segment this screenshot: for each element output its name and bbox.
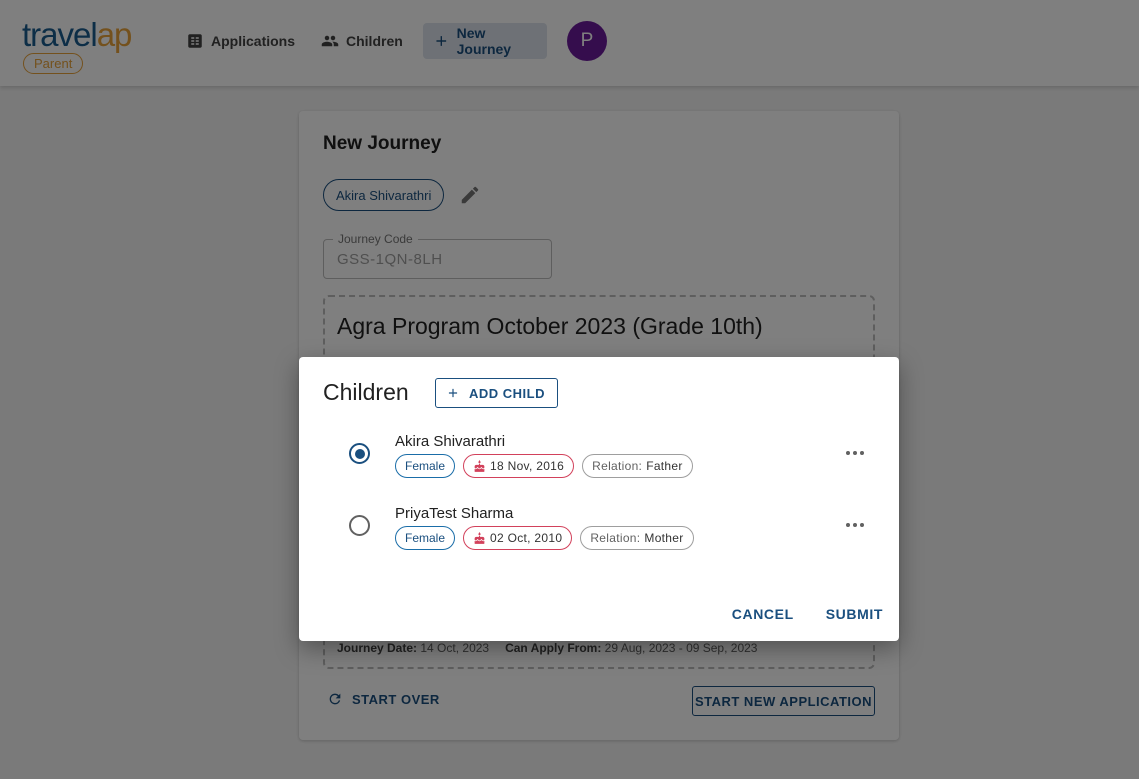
add-child-label: ADD CHILD [469,385,545,401]
children-dialog: Children ADD CHILD Akira Shivarathri Fem… [299,357,899,641]
relation-label: Relation: [592,459,643,473]
dob-chip: 02 Oct, 2010 [463,526,573,550]
relation-value: Mother [644,531,684,545]
child-radio-unselected[interactable] [349,515,370,536]
dob-chip: 18 Nov, 2016 [463,454,575,478]
cake-icon [474,459,485,472]
cancel-button[interactable]: CANCEL [732,606,794,622]
submit-button[interactable]: SUBMIT [826,606,883,622]
relation-chip: Relation: Father [582,454,693,478]
child-name: Akira Shivarathri [395,433,506,450]
more-horiz-icon[interactable] [843,515,867,535]
child-name: PriyaTest Sharma [395,505,514,522]
gender-chip: Female [395,526,456,550]
dob-value: 18 Nov, 2016 [490,459,565,473]
plus-icon [448,388,458,398]
dob-value: 02 Oct, 2010 [490,531,563,545]
relation-value: Father [646,459,683,473]
child-radio-selected[interactable] [349,443,370,464]
dialog-title: Children [323,379,409,405]
cake-icon [474,531,485,544]
gender-chip: Female [395,454,456,478]
more-horiz-icon[interactable] [843,443,867,463]
relation-chip: Relation: Mother [580,526,694,550]
child-list-item[interactable]: PriyaTest Sharma Female 02 Oct, 2010 Rel… [299,501,899,561]
child-list-item[interactable]: Akira Shivarathri Female 18 Nov, 2016 Re… [299,429,899,489]
add-child-button[interactable]: ADD CHILD [435,378,558,408]
relation-label: Relation: [590,531,641,545]
